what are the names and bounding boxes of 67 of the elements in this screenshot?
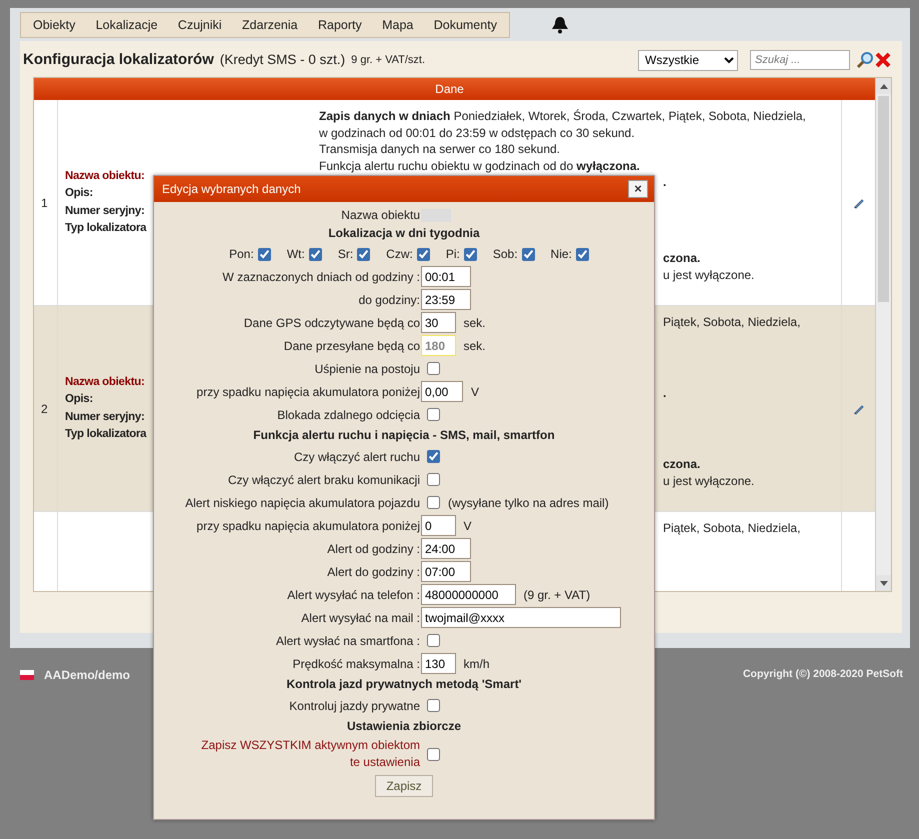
detail-text: .	[663, 385, 666, 402]
field-label: Nazwa obiektu:	[65, 169, 145, 184]
field-label: Uśpienie na postoju	[314, 360, 421, 378]
field-label: Numer seryjny:	[65, 204, 145, 218]
field-label: Alert wysyłać na mail :	[300, 610, 421, 626]
field-label: Nazwa obiektu	[340, 207, 421, 224]
detail-text: Piątek, Sobota, Niedziela,	[663, 314, 800, 330]
dialog-title: Edycja wybranych danych	[162, 181, 301, 198]
field-label: Alert od godziny :	[326, 540, 421, 558]
detail-text: u jest wyłączone.	[663, 266, 754, 283]
unit-label: V	[464, 518, 472, 534]
detail-text: Zapis danych w dniach Poniedziałek, Wtorek, Środa, Czwartek, Piątek, Sobota, Niedziela,	[319, 108, 806, 124]
field-label: Kontroluj jazdy prywatne	[288, 698, 421, 714]
page-title: Konfiguracja lokalizatorów	[23, 51, 214, 69]
field-label: Numer seryjny:	[65, 410, 145, 424]
unit-label: sek.	[464, 314, 486, 332]
field-label: Typ lokalizatora	[65, 220, 146, 236]
sms-price: 9 gr. + VAT/szt.	[351, 52, 426, 68]
section-heading: Lokalizacja w dni tygodnia	[327, 225, 481, 242]
column-header: Dane	[434, 81, 465, 98]
field-label: Typ lokalizatora	[65, 426, 146, 442]
field-label: przy spadku napięcia akumulatora poniżej	[196, 518, 421, 534]
day-label: Nie:	[550, 246, 572, 263]
field-label: Alert niskiego napięcia akumulatora pojazdu	[184, 494, 421, 512]
field-label: Zapisz WSZYSTKIM aktywnym obiektom te ustawienia	[200, 737, 421, 771]
day-label: Sr:	[338, 246, 354, 263]
field-label: Czy włączyć alert braku komunikacji	[226, 472, 421, 488]
user-name: AADemo/demo	[44, 667, 130, 684]
field-label: Opis:	[65, 392, 93, 408]
unit-label: km/h	[464, 656, 490, 672]
field-label: do godziny:	[358, 292, 421, 308]
field-label: Dane przesyłane będą co	[282, 338, 421, 354]
detail-text: w godzinach od 00:01 do 23:59 w odstępach co 30 sekund.	[319, 124, 635, 141]
field-label: Blokada zdalnego odcięcia	[276, 406, 421, 424]
field-label: Alert wysyłać na telefon :	[286, 586, 421, 604]
day-label: Pi:	[446, 246, 460, 263]
section-heading: Funkcja alertu ruchu i napięcia - SMS, mail, smartfon	[252, 427, 556, 444]
note-text: (wysyłane tylko na adres mail)	[448, 494, 609, 512]
day-label: Sob:	[492, 246, 518, 263]
field-label: Opis:	[65, 186, 93, 202]
detail-text: Funkcja alertu ruchu obiektu w godzinach od do wyłączona.	[319, 158, 640, 174]
detail-text: czona.	[663, 456, 700, 472]
unit-label: (9 gr. + VAT)	[524, 586, 590, 604]
detail-text: u jest wyłączone.	[663, 472, 754, 489]
day-label: Wt:	[286, 246, 305, 263]
day-label: Czw:	[386, 246, 413, 263]
field-label: Dane GPS odczytywane będą co	[242, 314, 421, 332]
copyright-text: Copyright (©) 2008-2020 PetSoft	[742, 667, 903, 682]
detail-text: Transmisja danych na serwer co 180 sekund.	[319, 141, 560, 158]
field-label: Alert do godziny :	[326, 564, 421, 580]
detail-text: czona.	[663, 250, 700, 266]
row-number: 2	[41, 400, 48, 418]
section-heading: Kontrola jazd prywatnych metodą 'Smart'	[285, 676, 523, 693]
field-label: Prędkość maksymalna :	[292, 656, 421, 672]
row-number: 1	[41, 194, 48, 212]
unit-label: V	[471, 384, 480, 400]
field-label: przy spadku napięcia akumulatora poniżej	[196, 384, 421, 400]
unit-label: sek.	[464, 338, 486, 354]
field-label: Nazwa obiektu:	[65, 375, 145, 390]
detail-text: .	[663, 174, 666, 190]
detail-text: Piątek, Sobota, Niedziela,	[663, 520, 800, 536]
section-heading: Ustawienia zbiorcze	[346, 718, 462, 735]
sms-credit: (Kredyt SMS - 0 szt.)	[220, 50, 346, 69]
field-label: Alert wysłać na smartfona :	[274, 632, 421, 650]
day-label: Pon:	[229, 246, 254, 263]
field-label: Czy włączyć alert ruchu	[292, 448, 421, 466]
field-label: W zaznaczonych dniach od godziny :	[222, 268, 421, 286]
